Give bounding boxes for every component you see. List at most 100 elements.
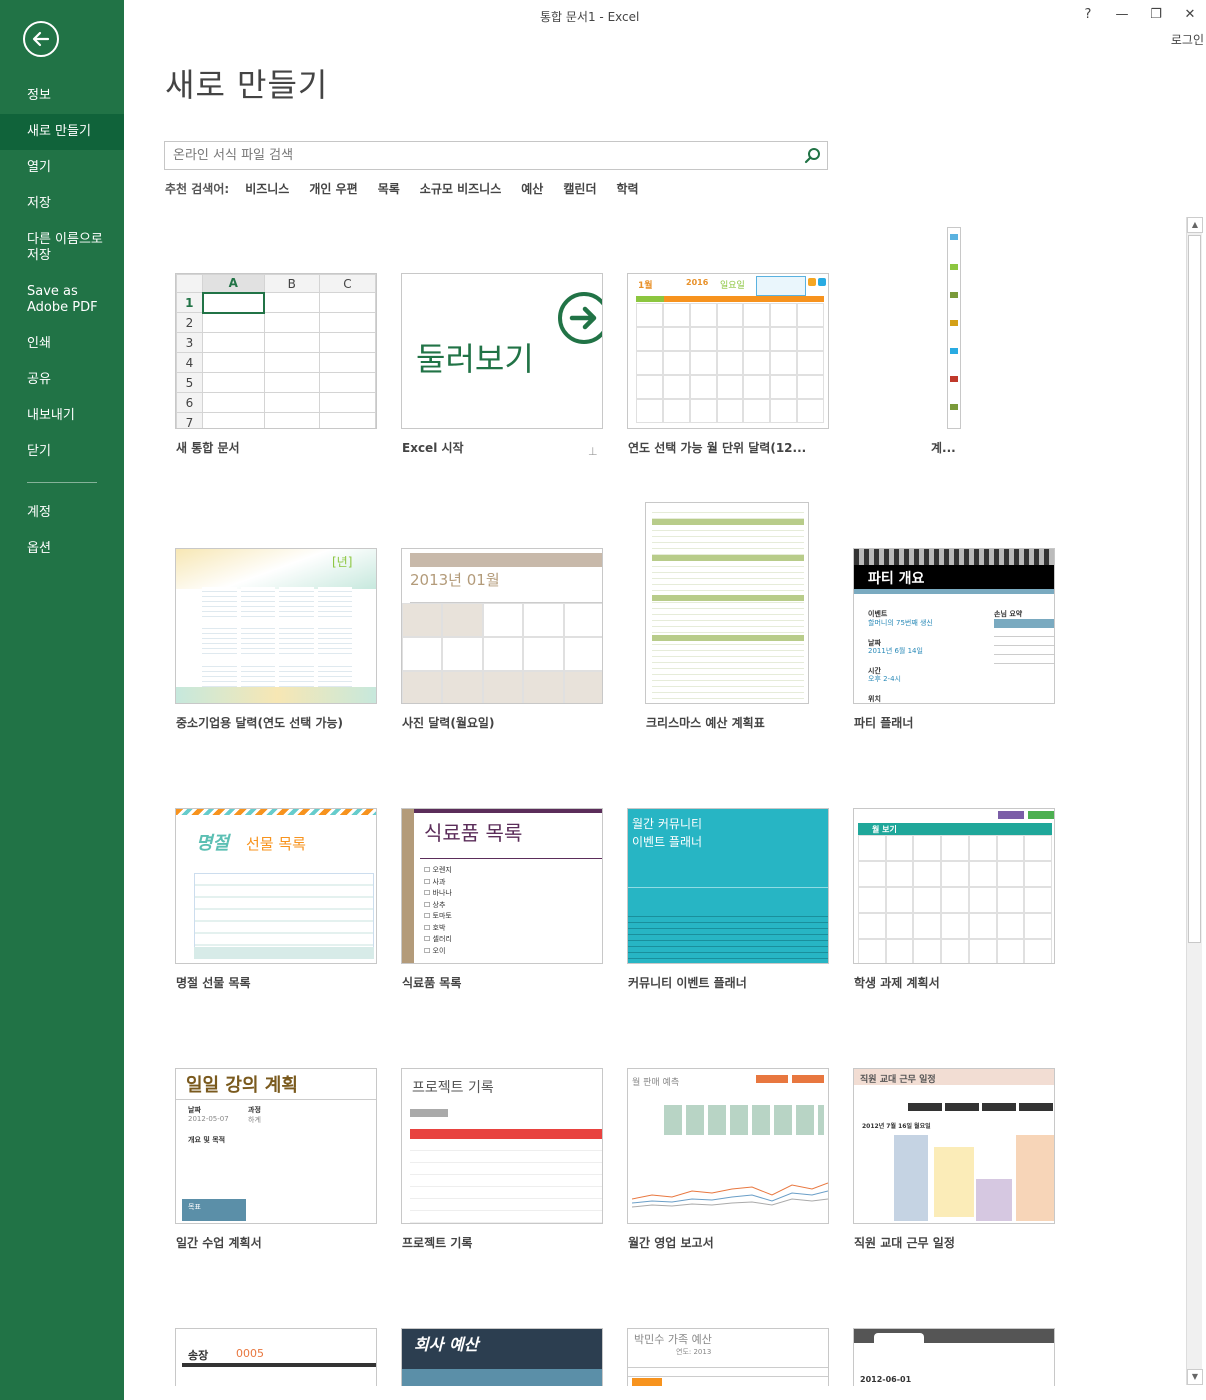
community-title-1: 월간 커뮤니티 (632, 817, 703, 831)
shift-date: 2012년 7월 16일 월요일 (862, 1123, 931, 1130)
backstage-nav: 정보 새로 만들기 열기 저장 다른 이름으로 저장 Save as Adobe… (0, 70, 124, 567)
nav-item-account[interactable]: 계정 (0, 495, 124, 531)
pattern-band (854, 549, 1054, 565)
template-smb-calendar[interactable]: [년] 중소기업용 달력(연도 선택 가능) (175, 548, 379, 738)
calendar-weekday: 일요일 (720, 281, 745, 291)
template-grocery-list[interactable]: 식료품 목록 ☐ 오렌지 ☐ 사과 ☐ 바나나 ☐ 상추 ☐ 토마토 ☐ 호박 … (401, 808, 605, 998)
template-year-calendar[interactable]: 1월 2016 일요일 연도 선택 가능 월 단위 달력(12... (627, 273, 831, 463)
template-thumbnail: 직원 교대 근무 일정 2012년 7월 16일 월요일 (853, 1068, 1055, 1224)
template-christmas-budget[interactable]: 크리스마스 예산 계획표 (645, 502, 811, 738)
template-search-input[interactable] (165, 142, 785, 169)
template-shift-schedule[interactable]: 직원 교대 근무 일정 2012년 7월 16일 월요일 직원 교대 근무 일정 (853, 1068, 1057, 1258)
close-icon[interactable]: ✕ (1180, 6, 1200, 24)
nav-item-save[interactable]: 저장 (0, 186, 124, 222)
template-thumbnail: 1월 2016 일요일 (627, 273, 829, 429)
calendar-grid (402, 603, 602, 703)
nav-item-new[interactable]: 새로 만들기 (0, 114, 124, 150)
party-time-value: 오후 2-4시 (868, 675, 901, 683)
template-student-planner[interactable]: 월 보기 학생 과제 계획서 (853, 808, 1057, 998)
suggest-calendar[interactable]: 캘린더 (563, 180, 596, 197)
search-icon[interactable] (804, 147, 821, 164)
template-thumbnail: 박민수 가족 예산 연도: 2013 (627, 1328, 829, 1386)
template-thumbnail: 월간 커뮤니티 이벤트 플래너 (627, 808, 829, 964)
template-thumbnail: [년] (175, 548, 377, 704)
template-label: 파티 플래너 (854, 716, 914, 730)
template-label: 직원 교대 근무 일정 (854, 1236, 955, 1250)
template-invoice[interactable]: 송장 0005 (175, 1328, 379, 1386)
log-date: 2012-06-01 (860, 1375, 912, 1384)
scroll-thumb[interactable] (1188, 235, 1201, 943)
nav-item-print[interactable]: 인쇄 (0, 326, 124, 362)
template-blank-workbook[interactable]: ABC 1 2 3 4 5 6 7 새 통합 문서 (175, 273, 379, 463)
template-label: 커뮤니티 이벤트 플래너 (628, 976, 747, 990)
sales-line-chart (632, 1182, 828, 1208)
calendar-grid (858, 835, 1052, 963)
backstage-sidebar: 정보 새로 만들기 열기 저장 다른 이름으로 저장 Save as Adobe… (0, 0, 124, 1400)
nav-item-open[interactable]: 열기 (0, 150, 124, 186)
minimize-icon[interactable]: — (1112, 6, 1132, 24)
template-thumbnail: ABC 1 2 3 4 5 6 7 (175, 273, 377, 429)
calendar-grid (636, 303, 824, 423)
back-arrow-icon[interactable] (23, 21, 59, 57)
year-grid (202, 587, 352, 695)
party-guest-label: 손님 요약 (994, 610, 1023, 618)
template-label: 식료품 목록 (402, 976, 462, 990)
template-project-log[interactable]: 프로젝트 기록 프로젝트 기록 (401, 1068, 605, 1258)
template-label: 새 통합 문서 (176, 441, 240, 455)
suggest-business[interactable]: 비즈니스 (245, 180, 289, 197)
nav-item-info[interactable]: 정보 (0, 78, 124, 114)
template-community-planner[interactable]: 월간 커뮤니티 이벤트 플래너 커뮤니티 이벤트 플래너 (627, 808, 831, 998)
project-title: 프로젝트 기록 (412, 1080, 494, 1096)
signin-link[interactable]: 로그인 (1171, 31, 1204, 48)
lecture-course-value: 하계 (248, 1116, 261, 1124)
invoice-title: 송장 (188, 1349, 209, 1362)
suggest-education[interactable]: 학력 (616, 180, 638, 197)
template-gift-list[interactable]: 명절 선물 목록 명절 선물 목록 (175, 808, 379, 998)
calendar-date-heading: 2013년 01월 (410, 571, 500, 589)
template-company-budget[interactable]: 회사 예산 (401, 1328, 605, 1386)
restore-icon[interactable]: ❐ (1146, 6, 1166, 24)
window-controls: ? — ❐ ✕ (1078, 6, 1200, 24)
vertical-scrollbar[interactable]: ▲ ▼ (1186, 217, 1203, 1385)
nav-item-close[interactable]: 닫기 (0, 434, 124, 470)
template-sales-report[interactable]: 월 판매 예측 월간 영업 보고서 (627, 1068, 831, 1258)
invoice-number: 0005 (236, 1347, 264, 1360)
help-icon[interactable]: ? (1078, 6, 1098, 24)
suggest-small-business[interactable]: 소규모 비즈니스 (420, 180, 501, 197)
template-party-planner[interactable]: 파티 개요 이벤트 할머니의 75번째 생신 날짜 2011년 6월 14일 시… (853, 548, 1057, 738)
nav-item-save-adobe-pdf[interactable]: Save as Adobe PDF (0, 274, 120, 326)
nav-item-export[interactable]: 내보내기 (0, 398, 124, 434)
template-lecture-planner[interactable]: 일일 강의 계획 날짜 과정 2012-05-07 하계 개요 및 목적 목표 … (175, 1068, 379, 1258)
scroll-down-arrow-icon[interactable]: ▼ (1187, 1369, 1203, 1385)
template-excel-tour[interactable]: 둘러보기 Excel 시작 (401, 273, 605, 463)
family-budget-year: 연도: 2013 (676, 1348, 712, 1356)
template-label: 학생 과제 계획서 (854, 976, 940, 990)
template-thumbnail: 식료품 목록 ☐ 오렌지 ☐ 사과 ☐ 바나나 ☐ 상추 ☐ 토마토 ☐ 호박 … (401, 808, 603, 964)
sales-table (664, 1105, 824, 1135)
party-header: 파티 개요 (854, 565, 1054, 589)
suggest-personal[interactable]: 개인 우편 (309, 180, 357, 197)
template-thumbnail: 명절 선물 목록 (175, 808, 377, 964)
nav-item-save-as[interactable]: 다른 이름으로 저장 (0, 222, 110, 274)
template-thumbnail: 2013년 01월 (401, 548, 603, 704)
template-thumbnail: 파티 개요 이벤트 할머니의 75번째 생신 날짜 2011년 6월 14일 시… (853, 548, 1055, 704)
party-date-value: 2011년 6월 14일 (868, 647, 923, 655)
template-log[interactable]: 2012-06-01 (853, 1328, 1057, 1386)
template-thumbnail: 일일 강의 계획 날짜 과정 2012-05-07 하계 개요 및 목적 목표 (175, 1068, 377, 1224)
weekday-row (410, 595, 602, 603)
suggest-lists[interactable]: 목록 (378, 180, 400, 197)
nav-divider (27, 482, 97, 483)
family-budget-title: 박민수 가족 예산 (634, 1333, 712, 1346)
community-table (628, 911, 828, 963)
owl-icon (818, 278, 826, 286)
nav-item-share[interactable]: 공유 (0, 362, 124, 398)
scroll-up-arrow-icon[interactable]: ▲ (1187, 217, 1203, 233)
template-photo-calendar[interactable]: 2013년 01월 사진 달력(월요일) (401, 548, 605, 738)
nav-item-options[interactable]: 옵션 (0, 531, 124, 567)
template-tall-calendar[interactable]: 계... (930, 227, 990, 463)
page-title: 새로 만들기 (165, 66, 329, 104)
template-family-budget[interactable]: 박민수 가족 예산 연도: 2013 (627, 1328, 831, 1386)
suggest-budget[interactable]: 예산 (521, 180, 543, 197)
photo-placeholder (410, 553, 602, 567)
pin-icon[interactable]: ⊥ (588, 445, 598, 458)
